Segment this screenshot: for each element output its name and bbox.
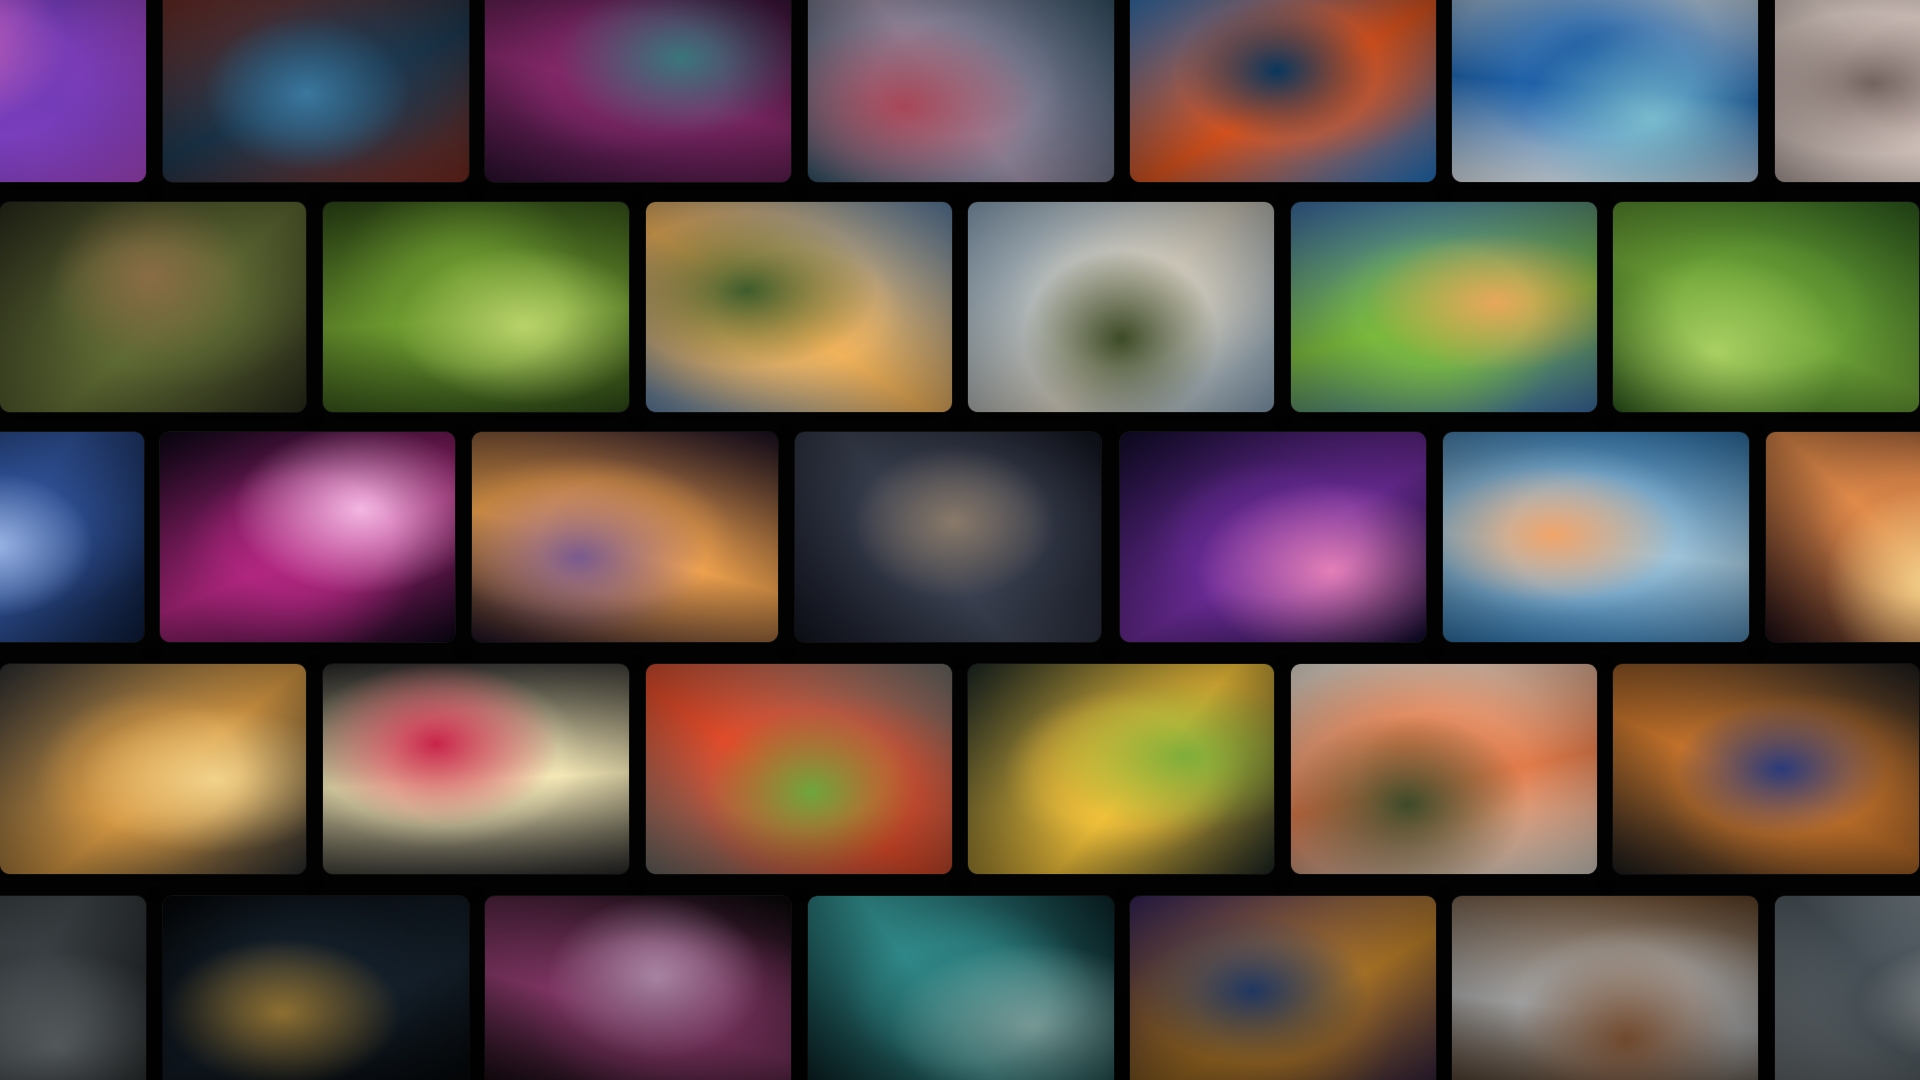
tile-salad-bowl[interactable]	[646, 664, 952, 874]
tile-raspberry-cake[interactable]	[323, 664, 629, 874]
tile-blue-starfield[interactable]	[0, 432, 144, 642]
tile-vr-headset-person[interactable]	[1130, 896, 1436, 1080]
tile-plasma-ball[interactable]	[485, 896, 791, 1080]
tile-teal-pink-ink[interactable]	[808, 0, 1114, 182]
tile-red-blue-marble[interactable]	[163, 0, 469, 182]
tile-violet-gradient[interactable]	[0, 0, 146, 182]
tile-green-hills[interactable]	[1613, 202, 1919, 412]
tile-el-capitan[interactable]	[968, 202, 1274, 412]
tile-motherboard[interactable]	[0, 896, 146, 1080]
tile-french-toast-berries[interactable]	[1613, 664, 1919, 874]
tile-purple-fur-swirl[interactable]	[485, 0, 791, 182]
tile-pancakes-stack[interactable]	[0, 664, 306, 874]
tile-milky-way-rocks[interactable]	[795, 432, 1101, 642]
tile-rocket-launch[interactable]	[1443, 432, 1749, 642]
tile-earth-night-lights[interactable]	[163, 896, 469, 1080]
image-wall	[0, 0, 1920, 1080]
tile-blue-orange-ink[interactable]	[1130, 0, 1436, 182]
tile-forest-path[interactable]	[0, 202, 306, 412]
tile-galaxy-swirl[interactable]	[472, 432, 778, 642]
tile-orion-nebula[interactable]	[160, 432, 455, 642]
tile-green-leaves-bokeh[interactable]	[323, 202, 629, 412]
tile-salmon-dish[interactable]	[1291, 664, 1597, 874]
tile-purple-night-sky[interactable]	[1120, 432, 1426, 642]
tile-stone-circle-field[interactable]	[1291, 202, 1597, 412]
tile-humanoid-robot[interactable]	[1452, 896, 1758, 1080]
tile-robotic-lab[interactable]	[1775, 896, 1920, 1080]
tile-circuit-board-teal[interactable]	[808, 896, 1114, 1080]
tile-nebula-glow[interactable]	[1766, 432, 1920, 642]
tile-blue-splash[interactable]	[1452, 0, 1758, 182]
tile-bokeh-lights[interactable]	[1775, 0, 1920, 182]
tile-egg-avocado-plate[interactable]	[968, 664, 1274, 874]
tile-valley-sunset[interactable]	[646, 202, 952, 412]
